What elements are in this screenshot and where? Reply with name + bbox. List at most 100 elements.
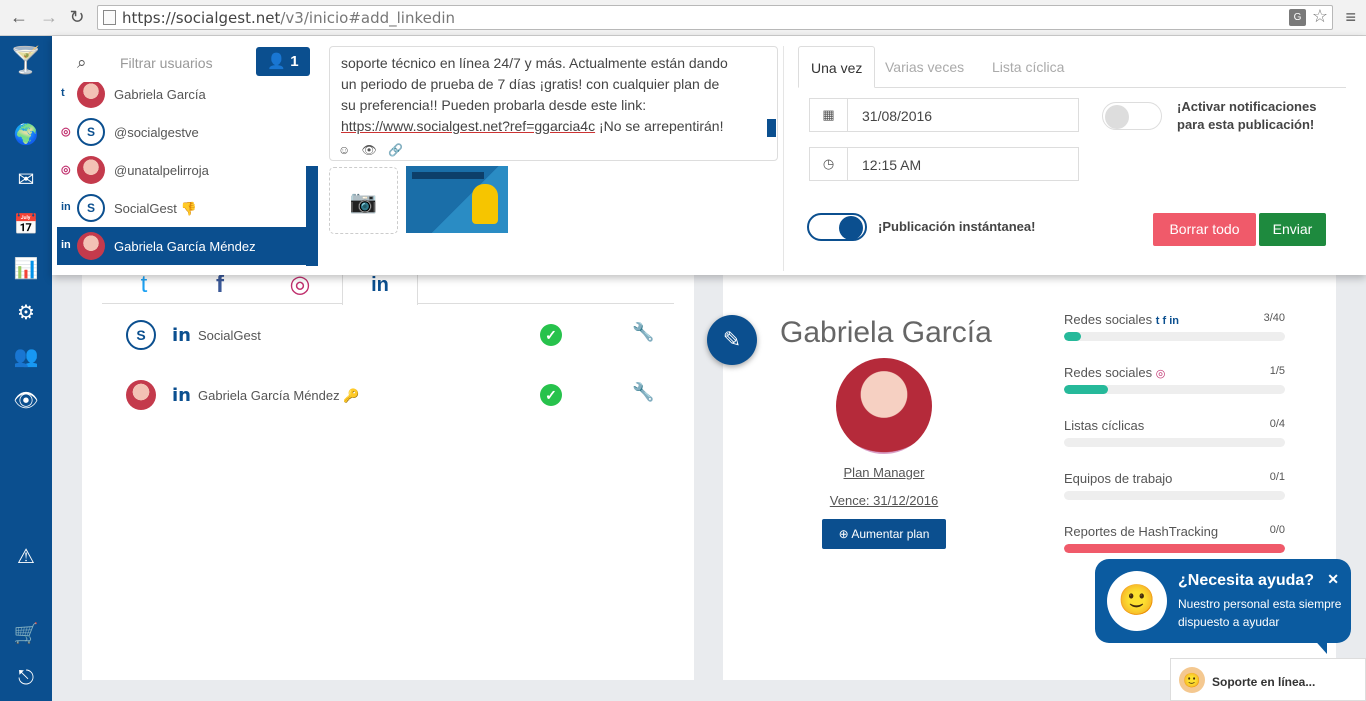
stat-bar — [1064, 332, 1285, 341]
stat-label: Redes sociales t f in — [1064, 312, 1179, 327]
filter-users-input[interactable]: Filtrar usuarios — [120, 55, 213, 71]
stat-bar — [1064, 438, 1285, 447]
list-item[interactable]: ◎ S @socialgestve — [57, 113, 317, 151]
time-field[interactable]: ◷ 12:15 AM — [809, 147, 1079, 181]
account-row: S in SocialGest ✓ 🔧 — [122, 317, 662, 353]
users-scrollbar[interactable] — [306, 166, 318, 266]
stat-fill — [1064, 332, 1081, 341]
bar-chart-icon[interactable]: 📊 — [0, 254, 52, 284]
composer-scrollbar[interactable] — [767, 119, 776, 137]
socialgest-logo-avatar: S — [126, 320, 156, 350]
warning-icon[interactable]: ⚠ — [0, 542, 52, 572]
date-field[interactable]: ▦ 31/08/2016 — [809, 98, 1079, 132]
bookmark-star-icon[interactable]: ☆ — [1312, 6, 1328, 27]
user-name: SocialGest 👎 — [114, 201, 197, 216]
camera-icon: 📷 — [349, 189, 378, 214]
plan-link[interactable]: Plan Manager — [780, 465, 988, 480]
gears-icon[interactable]: ⚙ — [0, 298, 52, 328]
instant-publish-label: ¡Publicación instántanea! — [878, 219, 1036, 234]
profile-name: Gabriela García — [780, 316, 992, 349]
globe-icon[interactable]: 🌍 — [0, 120, 52, 150]
forward-icon[interactable]: → — [38, 6, 60, 28]
calendar-icon: ▦ — [810, 99, 848, 131]
publish-composer-overlay: ⌕ Filtrar usuarios 👤 1 t Gabriela García… — [52, 36, 1366, 275]
eye-icon[interactable]: 👁 — [0, 386, 52, 416]
selected-users-button[interactable]: 👤 1 — [256, 47, 310, 76]
help-text: Nuestro personal esta siempre dispuesto … — [1178, 597, 1342, 629]
support-agent-icon: 🙂 — [1179, 667, 1205, 693]
clock-icon: ◷ — [810, 148, 848, 180]
list-item[interactable]: ◎ @unatalpelirroja — [57, 151, 317, 189]
online-support-label: Soporte en línea... — [1212, 675, 1316, 689]
browser-menu-icon[interactable]: ≡ — [1345, 7, 1356, 28]
message-text: soporte técnico en línea 24/7 y más. Act… — [341, 55, 728, 134]
wrench-icon[interactable]: 🔧 — [632, 382, 654, 403]
divider — [783, 46, 784, 271]
avatar — [126, 380, 156, 410]
expires-link[interactable]: Vence: 31/12/2016 — [780, 493, 988, 508]
wrench-icon[interactable]: 🔧 — [632, 322, 654, 343]
stat-value: 3/40 — [1263, 312, 1285, 324]
facebook-tab[interactable]: f — [182, 273, 258, 304]
calendar-icon[interactable]: 📅 — [0, 210, 52, 240]
reload-icon[interactable]: ↻ — [66, 6, 88, 28]
help-title: ¿Necesita ayuda? — [1178, 572, 1315, 589]
message-textarea[interactable]: soporte técnico en línea 24/7 y más. Act… — [329, 46, 778, 161]
link-icon[interactable]: 🔗 — [388, 143, 403, 157]
help-bubble[interactable]: 🙂 ¿Necesita ayuda? Nuestro personal esta… — [1095, 559, 1351, 643]
list-item[interactable]: t Gabriela García — [57, 82, 317, 113]
thumbnail-banner — [412, 172, 484, 179]
address-bar[interactable]: https://socialgest.net/v3/inicio#add_lin… — [97, 5, 1333, 30]
linkedin-tab[interactable]: in — [342, 275, 418, 305]
instagram-icon: ◎ — [61, 164, 71, 176]
edit-icon[interactable]: ✎ — [707, 315, 757, 365]
back-icon[interactable]: ← — [8, 6, 30, 28]
avatar — [77, 232, 105, 260]
socialgest-logo-avatar: S — [77, 118, 105, 146]
tab-once[interactable]: Una vez — [798, 46, 876, 88]
stat-value: 1/5 — [1269, 365, 1285, 377]
upgrade-plan-button[interactable]: ⊕ Aumentar plan — [822, 519, 946, 549]
instant-publish-toggle[interactable] — [807, 213, 867, 241]
online-support-button[interactable]: 🙂 Soporte en línea... — [1170, 658, 1366, 701]
tab-cyclic-list[interactable]: Lista cíclica — [980, 46, 1076, 88]
cart-icon[interactable]: 🛒 — [0, 619, 52, 649]
avatar — [77, 156, 105, 184]
stat-value: 0/0 — [1269, 524, 1285, 536]
close-icon[interactable]: ✕ — [1327, 571, 1339, 588]
envelope-icon[interactable]: ✉ — [0, 165, 52, 195]
list-item[interactable]: in S SocialGest 👎 — [57, 189, 317, 227]
user-name: Gabriela García — [114, 87, 206, 102]
add-image-button[interactable]: 📷 — [329, 167, 398, 234]
translate-icon[interactable]: G — [1289, 9, 1306, 26]
twitter-tab[interactable]: t — [106, 273, 182, 304]
attached-image-thumbnail[interactable] — [406, 166, 508, 233]
send-button[interactable]: Enviar — [1259, 213, 1326, 246]
clear-all-button[interactable]: Borrar todo — [1153, 213, 1256, 246]
users-list: t Gabriela García ◎ S @socialgestve ◎ @u… — [57, 82, 317, 268]
instagram-tab[interactable]: ◎ — [262, 273, 338, 304]
search-icon: ⌕ — [77, 53, 87, 72]
user-name: @socialgestve — [114, 125, 199, 140]
stat-value: 0/4 — [1269, 418, 1285, 430]
tab-multiple-times[interactable]: Varias veces — [873, 46, 976, 88]
user-name: @unatalpelirroja — [114, 163, 209, 178]
emoji-icon[interactable]: ☺ — [338, 143, 350, 157]
upgrade-icon: ⊕ — [838, 527, 849, 541]
accounts-panel: t f ◎ in S in SocialGest ✓ 🔧 in Gabriela… — [82, 273, 694, 680]
thumbs-down-icon: 👎 — [180, 201, 197, 216]
logout-icon[interactable]: ⎋ — [0, 663, 52, 693]
list-item[interactable]: in Gabriela García Méndez — [57, 227, 317, 265]
users-icon[interactable]: 👥 — [0, 342, 52, 372]
account-name: SocialGest — [198, 328, 261, 343]
notifications-toggle[interactable] — [1102, 102, 1162, 130]
logo-icon[interactable]: 🍸 — [0, 40, 52, 80]
composer-tools: ☺ 👁 🔗 — [338, 143, 411, 157]
linkedin-icon: in — [61, 201, 71, 213]
time-value: 12:15 AM — [862, 157, 922, 173]
schedule-tabs: Una vez Varias veces Lista cíclica — [798, 46, 1346, 88]
preview-eye-icon[interactable]: 👁 — [362, 143, 377, 157]
twitter-icon: t — [61, 87, 65, 99]
page-icon — [103, 10, 116, 25]
account-row: in Gabriela García Méndez 🔑 ✓ 🔧 — [122, 377, 662, 413]
